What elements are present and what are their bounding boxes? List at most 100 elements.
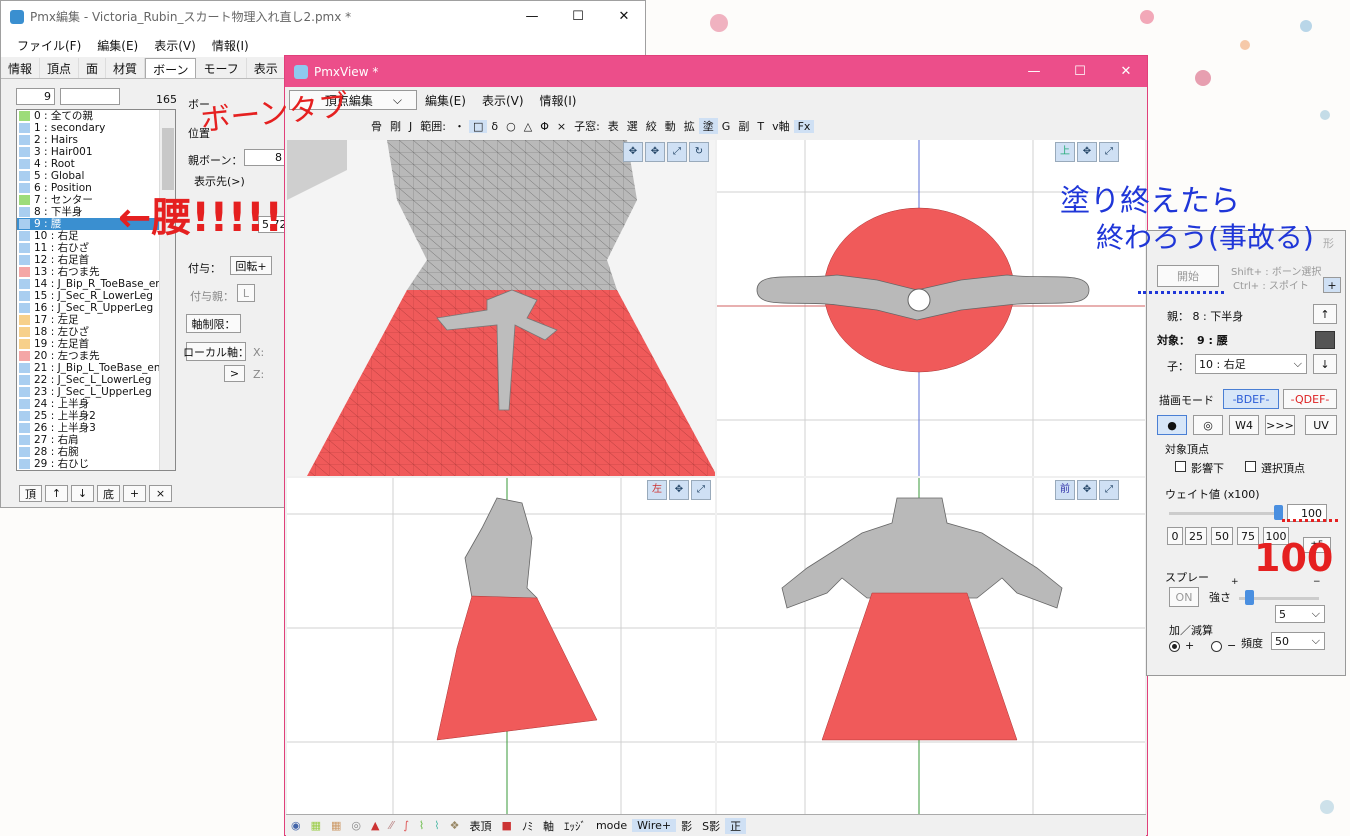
bone-list-item[interactable]: 19 : 左足首 xyxy=(17,338,175,350)
tab-bone[interactable]: ボーン xyxy=(145,58,197,78)
start-button[interactable]: 開始 xyxy=(1157,265,1219,287)
toolbar-item[interactable]: 動 xyxy=(661,118,680,134)
rotate-icon[interactable]: ↻ xyxy=(689,142,709,162)
toggle-icon[interactable]: ⁄⁄ xyxy=(385,819,399,832)
tab-display[interactable]: 表示 xyxy=(247,58,286,78)
bone-list-item[interactable]: 27 : 右肩 xyxy=(17,434,175,446)
preset-25-button[interactable]: 25 xyxy=(1185,527,1207,545)
bone-list-item[interactable]: 16 : J_Sec_R_UpperLeg xyxy=(17,302,175,314)
close-icon[interactable]: ✕ xyxy=(601,1,645,32)
maximize-icon[interactable]: ☐ xyxy=(555,1,601,32)
move-icon[interactable]: ✥ xyxy=(623,142,643,162)
toggle-icon[interactable]: ⌇ xyxy=(414,819,429,832)
bone-list-item[interactable]: 15 : J_Sec_R_LowerLeg xyxy=(17,290,175,302)
bone-list-item[interactable]: 26 : 上半身3 xyxy=(17,422,175,434)
toggle-icon[interactable]: ▦ xyxy=(326,819,346,832)
toolbar-item[interactable]: □ xyxy=(468,119,488,133)
brush-w4-button[interactable]: W4 xyxy=(1229,415,1259,435)
btn-sei[interactable]: 正 xyxy=(725,817,747,834)
bdef-button[interactable]: -BDEF- xyxy=(1223,389,1279,409)
color-swatch-icon[interactable]: ■ xyxy=(497,819,517,832)
tab-vertex[interactable]: 頂点 xyxy=(40,58,80,78)
zoom-icon[interactable]: ⤢ xyxy=(691,480,711,500)
toolbar-item[interactable]: 絞 xyxy=(642,118,661,134)
toolbar-item[interactable]: δ xyxy=(487,120,502,133)
fuyo-l-button[interactable]: L xyxy=(237,284,255,302)
btn-edge[interactable]: ｴｯｼﾞ xyxy=(559,818,591,834)
toolbar-item[interactable]: 塗 xyxy=(698,118,718,134)
bone-list-item[interactable]: 5 : Global xyxy=(17,170,175,182)
btn-shadow[interactable]: 影 xyxy=(676,818,697,834)
toggle-icon[interactable]: ▦ xyxy=(306,819,326,832)
strength-select[interactable]: 5 ⌵ xyxy=(1275,605,1325,623)
bone-list-item[interactable]: 23 : J_Sec_L_UpperLeg xyxy=(17,386,175,398)
pan-icon[interactable]: ✥ xyxy=(669,480,689,500)
bone-list-item[interactable]: 17 : 左足 xyxy=(17,314,175,326)
menu-view[interactable]: 表示(V) xyxy=(146,37,204,54)
view-menu-info[interactable]: 情報(I) xyxy=(532,92,585,109)
bone-list-item[interactable]: 20 : 左つま先 xyxy=(17,350,175,362)
toggle-icon[interactable]: ⌇ xyxy=(429,819,444,832)
zoom-icon[interactable]: ⤢ xyxy=(667,142,687,162)
bone-list-item[interactable]: 25 : 上半身2 xyxy=(17,410,175,422)
expand-button[interactable]: > xyxy=(224,365,245,382)
btn-axis[interactable]: 軸 xyxy=(538,818,559,834)
preset-0-button[interactable]: 0 xyxy=(1167,527,1183,545)
viewport-front[interactable]: 前 ✥ ⤢ xyxy=(717,478,1145,814)
target-color-swatch[interactable] xyxy=(1315,331,1335,349)
rotate-plus-button[interactable]: 回転+ xyxy=(230,256,272,275)
move-down-button[interactable]: ↓ xyxy=(71,485,94,502)
pmxview-title-bar[interactable]: PmxView * — ☐ ✕ xyxy=(285,56,1147,87)
affected-checkbox[interactable] xyxy=(1175,461,1186,472)
toolbar-item[interactable]: T xyxy=(753,120,768,133)
axis-limit-button[interactable]: 軸制限： xyxy=(186,314,241,333)
bone-list-item[interactable]: 18 : 左ひざ xyxy=(17,326,175,338)
move-top-button[interactable]: 頂 xyxy=(19,485,42,502)
toolbar-item[interactable]: 表 xyxy=(604,118,623,134)
btn-wire[interactable]: Wire+ xyxy=(632,819,677,832)
menu-edit[interactable]: 編集(E) xyxy=(89,37,146,54)
preset-50-button[interactable]: 50 xyxy=(1211,527,1233,545)
child-bone-select[interactable]: 10 : 右足 ⌵ xyxy=(1195,354,1307,374)
toolbar-item[interactable]: 拡 xyxy=(680,118,699,134)
add-bone-button[interactable]: + xyxy=(123,485,146,502)
bone-list-item[interactable]: 12 : 右足首 xyxy=(17,254,175,266)
bone-list-item[interactable]: 24 : 上半身 xyxy=(17,398,175,410)
btn-mode[interactable]: mode xyxy=(591,819,632,832)
brush-solid-button[interactable]: ● xyxy=(1157,415,1187,435)
viewport-perspective[interactable]: ✥ ✥ ⤢ ↻ xyxy=(287,140,715,476)
minimize-icon[interactable]: — xyxy=(1011,56,1057,87)
bone-list-item[interactable]: 4 : Root xyxy=(17,158,175,170)
bone-list-item[interactable]: 14 : J_Bip_R_ToeBase_er xyxy=(17,278,175,290)
selected-vertex-checkbox[interactable] xyxy=(1245,461,1256,472)
toolbar-item[interactable]: △ xyxy=(520,120,536,133)
qdef-button[interactable]: -QDEF- xyxy=(1283,389,1337,409)
toolbar-item[interactable]: 副 xyxy=(734,118,753,134)
bone-list-item[interactable]: 21 : J_Bip_L_ToeBase_en xyxy=(17,362,175,374)
toggle-icon[interactable]: ◎ xyxy=(346,819,366,832)
brush-ring-button[interactable]: ◎ xyxy=(1193,415,1223,435)
tab-morph[interactable]: モーフ xyxy=(196,58,247,78)
toolbar-item[interactable]: G xyxy=(718,120,735,133)
view-menu-edit[interactable]: 編集(E) xyxy=(417,92,474,109)
btn-sshadow[interactable]: S影 xyxy=(697,818,725,834)
bone-search-input[interactable] xyxy=(60,88,120,105)
menu-info[interactable]: 情報(I) xyxy=(204,37,257,54)
btn-hyocho[interactable]: 表頂 xyxy=(465,818,497,834)
toolbar-item[interactable]: 範囲: xyxy=(416,118,450,134)
parent-bone-input[interactable]: 8 xyxy=(244,149,286,166)
pan-icon[interactable]: ✥ xyxy=(645,142,665,162)
close-icon[interactable]: ✕ xyxy=(1103,56,1147,87)
weight-slider-track[interactable] xyxy=(1169,512,1279,515)
zoom-icon[interactable]: ⤢ xyxy=(1099,142,1119,162)
bone-index-input[interactable]: 9 xyxy=(16,88,55,105)
bone-list-item[interactable]: 11 : 右ひざ xyxy=(17,242,175,254)
bone-list-item[interactable]: 22 : J_Sec_L_LowerLeg xyxy=(17,374,175,386)
bone-list[interactable]: 0 : 全ての親 1 : secondary 2 : Hairs 3 : Hair00… xyxy=(16,109,176,471)
spray-on-button[interactable]: ON xyxy=(1169,587,1199,607)
pan-icon[interactable]: ✥ xyxy=(1077,142,1097,162)
toolbar-item[interactable]: 剛 xyxy=(386,118,405,134)
radio-plus[interactable] xyxy=(1169,641,1180,652)
radio-minus[interactable] xyxy=(1211,641,1222,652)
tab-face[interactable]: 面 xyxy=(79,58,107,78)
